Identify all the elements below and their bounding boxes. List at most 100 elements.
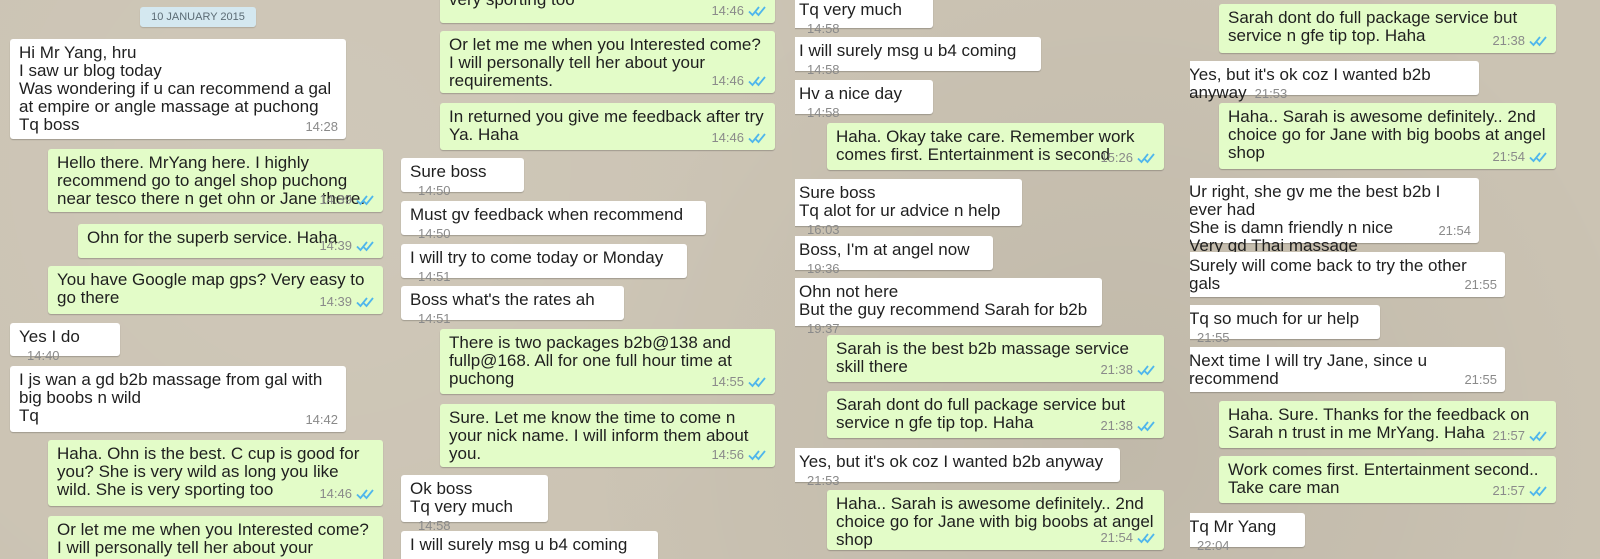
message-text: I will surely msg u b4 coming xyxy=(799,41,1017,60)
message-text: Hi Mr Yang, hru I saw ur blog today Was … xyxy=(19,43,332,134)
message-timestamp: 19:36 xyxy=(807,261,840,276)
message-timestamp: 14:39 xyxy=(319,294,352,309)
read-receipt-double-check-icon xyxy=(356,194,375,206)
outgoing-message-bubble[interactable]: In returned you give me feedback after t… xyxy=(440,103,775,150)
message-meta: 21:38 xyxy=(1492,32,1548,50)
message-text: Sure boss Tq alot for ur advice n help xyxy=(799,183,1001,220)
message-meta: 14:40 xyxy=(27,347,60,365)
message-text: Tq so much for ur help xyxy=(1190,309,1360,328)
message-timestamp: 21:55 xyxy=(1464,277,1497,292)
read-receipt-double-check-icon xyxy=(748,75,767,87)
message-meta: 14:58 xyxy=(807,61,840,79)
incoming-message-bubble[interactable]: Boss, I'm at angel now 19:36 xyxy=(795,236,993,276)
message-timestamp: 14:58 xyxy=(807,62,840,77)
incoming-message-bubble[interactable]: I will surely msg u b4 coming 14:58 xyxy=(795,37,1041,77)
incoming-message-bubble[interactable]: Ohn not here But the guy recommend Sarah… xyxy=(795,278,1102,336)
outgoing-message-bubble[interactable]: Sarah dont do full package service but s… xyxy=(1219,4,1556,53)
incoming-message-bubble[interactable]: Ok boss Tq very much 14:58 xyxy=(401,475,548,533)
message-meta: 14:50 xyxy=(418,182,451,200)
read-receipt-double-check-icon xyxy=(1529,151,1548,163)
message-text: Tq Mr Yang xyxy=(1190,517,1277,536)
message-meta: 21:54 xyxy=(1492,148,1548,166)
outgoing-message-bubble[interactable]: Sarah dont do full package service but s… xyxy=(827,391,1164,438)
incoming-message-bubble[interactable]: Boss what's the rates ah 14:51 xyxy=(401,286,624,326)
message-meta: 14:46 xyxy=(319,555,375,559)
outgoing-message-bubble[interactable]: Haha.. Sarah is awesome definitely.. 2nd… xyxy=(1219,103,1556,169)
message-timestamp: 14:46 xyxy=(711,130,744,145)
message-timestamp: 14:46 xyxy=(319,486,352,501)
message-timestamp: 14:55 xyxy=(711,374,744,389)
message-meta: 21:55 xyxy=(1197,329,1230,347)
outgoing-message-bubble[interactable]: Haha. Okay take care. Remember work come… xyxy=(827,123,1164,170)
outgoing-message-bubble[interactable]: Or let me me when you Interested come? I… xyxy=(440,31,775,93)
message-text: I will surely msg u b4 coming xyxy=(410,535,628,554)
message-meta: 14:39 xyxy=(319,293,375,311)
read-receipt-double-check-icon xyxy=(1529,430,1548,442)
message-meta: 21:57 xyxy=(1492,482,1548,500)
incoming-message-bubble[interactable]: I will try to come today or Monday 14:51 xyxy=(401,244,687,284)
message-meta: 14:39 xyxy=(319,237,375,255)
incoming-message-bubble[interactable]: Yes, but it's ok coz I wanted b2b anyway… xyxy=(1190,61,1479,102)
message-timestamp: 21:38 xyxy=(1492,33,1525,48)
incoming-message-bubble[interactable]: Hi Mr Yang, hru I saw ur blog today Was … xyxy=(10,39,346,139)
message-text: Ohn not here But the guy recommend Sarah… xyxy=(799,282,1088,319)
incoming-message-bubble[interactable]: Hv a nice day 14:58 xyxy=(795,80,933,120)
message-text: Or let me me when you Interested come? I… xyxy=(57,520,369,559)
outgoing-message-bubble[interactable]: Or let me me when you Interested come? I… xyxy=(48,516,383,559)
outgoing-message-bubble[interactable]: Haha. Sure. Thanks for the feedback on S… xyxy=(1219,401,1556,448)
outgoing-message-bubble[interactable]: Sarah is the best b2b massage service sk… xyxy=(827,335,1164,382)
message-meta: 14:42 xyxy=(305,411,338,429)
message-timestamp: 21:38 xyxy=(1100,362,1133,377)
read-receipt-double-check-icon xyxy=(1137,364,1156,376)
outgoing-message-bubble[interactable]: Work comes first. Entertainment second..… xyxy=(1219,456,1556,503)
incoming-message-bubble[interactable]: Ur right, she gv me the best b2b I ever … xyxy=(1190,178,1479,255)
message-timestamp: 14:28 xyxy=(305,119,338,134)
incoming-message-bubble[interactable]: Surely will come back to try the other g… xyxy=(1190,252,1505,297)
read-receipt-double-check-icon xyxy=(748,449,767,461)
message-timestamp: 14:50 xyxy=(418,183,451,198)
message-timestamp: 14:40 xyxy=(27,348,60,363)
message-text: Ok boss Tq very much xyxy=(410,479,513,516)
incoming-message-bubble[interactable]: Sure boss Tq alot for ur advice n help 16… xyxy=(795,179,1022,237)
incoming-message-bubble[interactable]: Tq so much for ur help 21:55 xyxy=(1190,305,1380,345)
outgoing-message-bubble[interactable]: Haha. Ohn is the best. C cup is good for… xyxy=(48,440,383,506)
incoming-message-bubble[interactable]: Tq Mr Yang 22:04 xyxy=(1190,513,1305,553)
read-receipt-double-check-icon xyxy=(1137,152,1156,164)
message-meta: 14:51 xyxy=(418,310,451,328)
chat-column-1: 10 JANUARY 2015 Hi Mr Yang, hru I saw ur… xyxy=(0,0,398,559)
message-text: Next time I will try Jane, since u recom… xyxy=(1190,351,1428,388)
message-timestamp: 22:04 xyxy=(1197,538,1230,553)
message-text: Yes, but it's ok coz I wanted b2b anyway xyxy=(799,452,1104,471)
incoming-message-bubble[interactable]: Yes I do 14:40 xyxy=(10,323,120,363)
message-timestamp: 21:57 xyxy=(1492,428,1525,443)
incoming-message-bubble[interactable]: Tq very much 14:58 xyxy=(795,0,933,36)
message-text: Ur right, she gv me the best b2b I ever … xyxy=(1190,182,1441,255)
incoming-message-bubble[interactable]: Must gv feedback when recommend 14:50 xyxy=(401,201,706,241)
message-timestamp: 14:58 xyxy=(807,105,840,120)
message-timestamp: 14:39 xyxy=(319,192,352,207)
outgoing-message-bubble[interactable]: Ohn for the superb service. Haha 14:39 xyxy=(78,224,383,258)
message-meta: 19:36 xyxy=(807,260,840,278)
message-timestamp: 21:53 xyxy=(1254,86,1288,101)
message-timestamp: 15:26 xyxy=(1100,150,1133,165)
outgoing-message-bubble[interactable]: Haha.. Sarah is awesome definitely.. 2nd… xyxy=(827,490,1164,550)
outgoing-message-bubble[interactable]: You have Google map gps? Very easy to go… xyxy=(48,266,383,314)
message-timestamp: 14:46 xyxy=(711,3,744,18)
incoming-message-bubble[interactable]: I will surely msg u b4 coming14:58 xyxy=(401,531,658,559)
outgoing-message-bubble[interactable]: There is two packages b2b@138 and fullp@… xyxy=(440,329,775,394)
message-meta: 21:53 xyxy=(807,472,840,490)
message-text: Boss, I'm at angel now xyxy=(799,240,970,259)
incoming-message-bubble[interactable]: Yes, but it's ok coz I wanted b2b anyway… xyxy=(795,448,1120,488)
outgoing-message-bubble[interactable]: Hello there. MrYang here. I highly recom… xyxy=(48,149,383,212)
outgoing-message-bubble[interactable]: very sporting too14:46 xyxy=(440,0,775,23)
read-receipt-double-check-icon xyxy=(356,296,375,308)
message-timestamp: 14:50 xyxy=(418,226,451,241)
message-timestamp: 21:54 xyxy=(1100,530,1133,545)
incoming-message-bubble[interactable]: I js wan a gd b2b massage from gal with … xyxy=(10,366,346,432)
message-timestamp: 14:42 xyxy=(305,412,338,427)
message-text: Sure boss xyxy=(410,162,487,181)
outgoing-message-bubble[interactable]: Sure. Let me know the time to come n you… xyxy=(440,404,775,467)
message-timestamp: 21:54 xyxy=(1438,223,1471,238)
incoming-message-bubble[interactable]: Sure boss 14:50 xyxy=(401,158,524,198)
incoming-message-bubble[interactable]: Next time I will try Jane, since u recom… xyxy=(1190,347,1505,392)
